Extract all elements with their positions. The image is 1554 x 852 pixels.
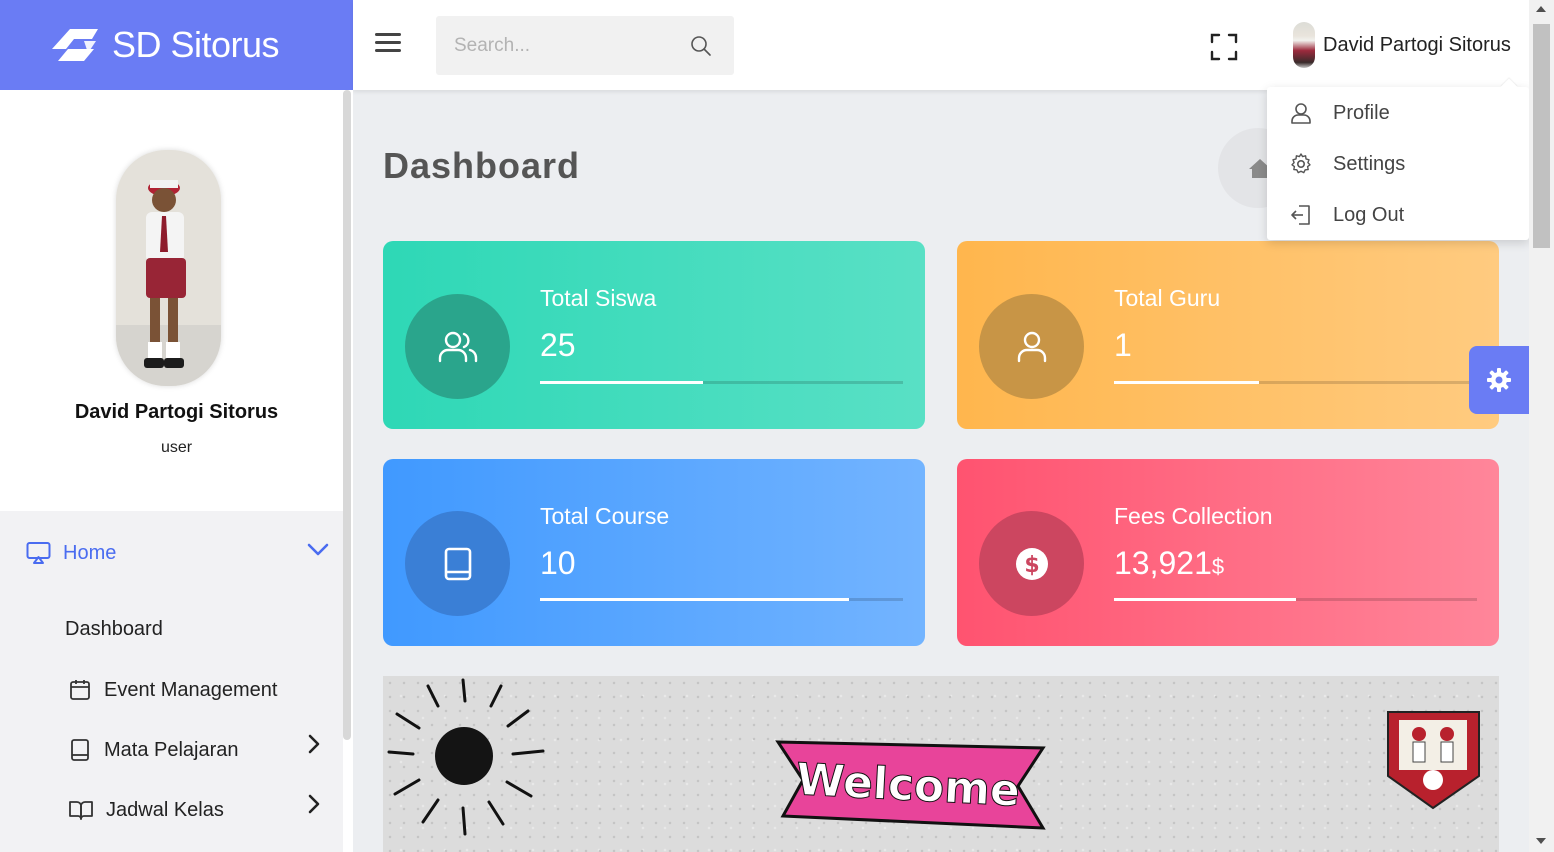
scroll-down-arrow-icon[interactable] [1536,838,1546,844]
sidebar-item-dashboard[interactable]: Dashboard [65,618,163,641]
card-total-course[interactable]: Total Course 10 [383,459,925,646]
sidebar-item-event-management[interactable]: Event Management [68,678,277,702]
dropdown-logout-label: Log Out [1333,203,1405,226]
sidebar-item-jadwal-kelas[interactable]: Jadwal Kelas [68,798,224,822]
card-progress [540,381,903,384]
sidebar: David Partogi Sitorus user Home Dashboar… [0,90,353,852]
user-icon [979,294,1084,399]
card-progress-fill [540,598,849,601]
book-icon [71,739,89,761]
sidebar-item-mata-pelajaran[interactable]: Mata Pelajaran [68,738,239,762]
profile-photo [116,150,221,386]
logout-icon [1291,205,1310,225]
dropdown-profile-label: Profile [1333,101,1390,124]
gear-icon [1487,368,1511,392]
card-progress [540,598,903,601]
calendar-icon [70,680,90,700]
welcome-banner: Welcome [383,676,1499,852]
sidebar-profile: David Partogi Sitorus user [0,90,343,511]
gear-icon [1291,153,1311,174]
search-box [436,16,734,75]
card-label: Fees Collection [1114,503,1273,529]
sidebar-item-home[interactable]: Home [26,541,116,565]
card-progress-fill [540,381,704,384]
chevron-down-icon[interactable] [307,543,329,557]
dollar-icon: $ [979,511,1084,616]
card-label: Total Course [540,503,670,529]
scrollbar-thumb[interactable] [1533,24,1550,248]
search-input[interactable] [436,16,666,75]
dropdown-settings-label: Settings [1333,152,1406,175]
theme-settings-button[interactable] [1469,346,1529,414]
chevron-right-icon[interactable] [307,793,321,815]
brand-header[interactable]: SD Sitorus [0,0,353,90]
card-value: 13,921$ [1114,545,1224,582]
book-icon [405,511,510,616]
card-value-number: 13,921 [1114,545,1212,581]
svg-text:$: $ [1024,553,1039,578]
card-fees-collection[interactable]: $ Fees Collection 13,921$ [957,459,1499,646]
school-logo-icon [1387,711,1480,810]
topbar: David Partogi Sitorus [353,0,1529,90]
card-progress [1114,381,1477,384]
brand-logo-icon [52,29,98,61]
user-menu-trigger[interactable]: David Partogi Sitorus [1293,22,1511,68]
card-value: 1 [1114,327,1132,363]
profile-role: user [160,439,193,456]
card-label: Total Siswa [540,285,657,311]
card-total-guru[interactable]: Total Guru 1 [957,241,1499,429]
card-progress-fill [1114,381,1260,384]
card-value: 25 [540,327,576,363]
dropdown-item-settings[interactable]: Settings [1289,152,1405,176]
sidebar-nav: Home Dashboard Event Management Mata Pel… [0,511,343,852]
users-icon [405,294,510,399]
card-value: 10 [540,545,576,581]
open-book-icon [69,801,93,820]
card-progress-fill [1114,598,1296,601]
page-scrollbar[interactable] [1529,0,1554,852]
menu-toggle-icon[interactable] [375,33,403,57]
monitor-icon [26,542,51,564]
card-total-siswa[interactable]: Total Siswa 25 [383,241,925,429]
avatar [1293,22,1315,68]
sidebar-item-home-label: Home [63,541,117,564]
card-value-unit: $ [1211,554,1225,579]
search-icon[interactable] [690,35,712,57]
user-icon [1291,103,1311,124]
scroll-up-arrow-icon[interactable] [1536,6,1546,12]
card-label: Total Guru [1114,285,1221,311]
card-progress [1114,598,1477,601]
chevron-right-icon[interactable] [307,733,321,755]
sidebar-item-jadwal-label: Jadwal Kelas [106,798,224,821]
sidebar-item-mapel-label: Mata Pelajaran [104,738,239,761]
sidebar-item-event-label: Event Management [104,678,278,701]
brand-name: SD Sitorus [112,24,280,65]
dropdown-item-profile[interactable]: Profile [1289,101,1390,125]
user-dropdown-menu: Profile Settings Log Out [1267,78,1529,240]
user-name: David Partogi Sitorus [1323,33,1511,56]
fullscreen-icon[interactable] [1210,33,1238,61]
dropdown-item-logout[interactable]: Log Out [1289,203,1404,227]
profile-name: David Partogi Sitorus [74,401,279,423]
page-title: Dashboard [383,145,581,186]
